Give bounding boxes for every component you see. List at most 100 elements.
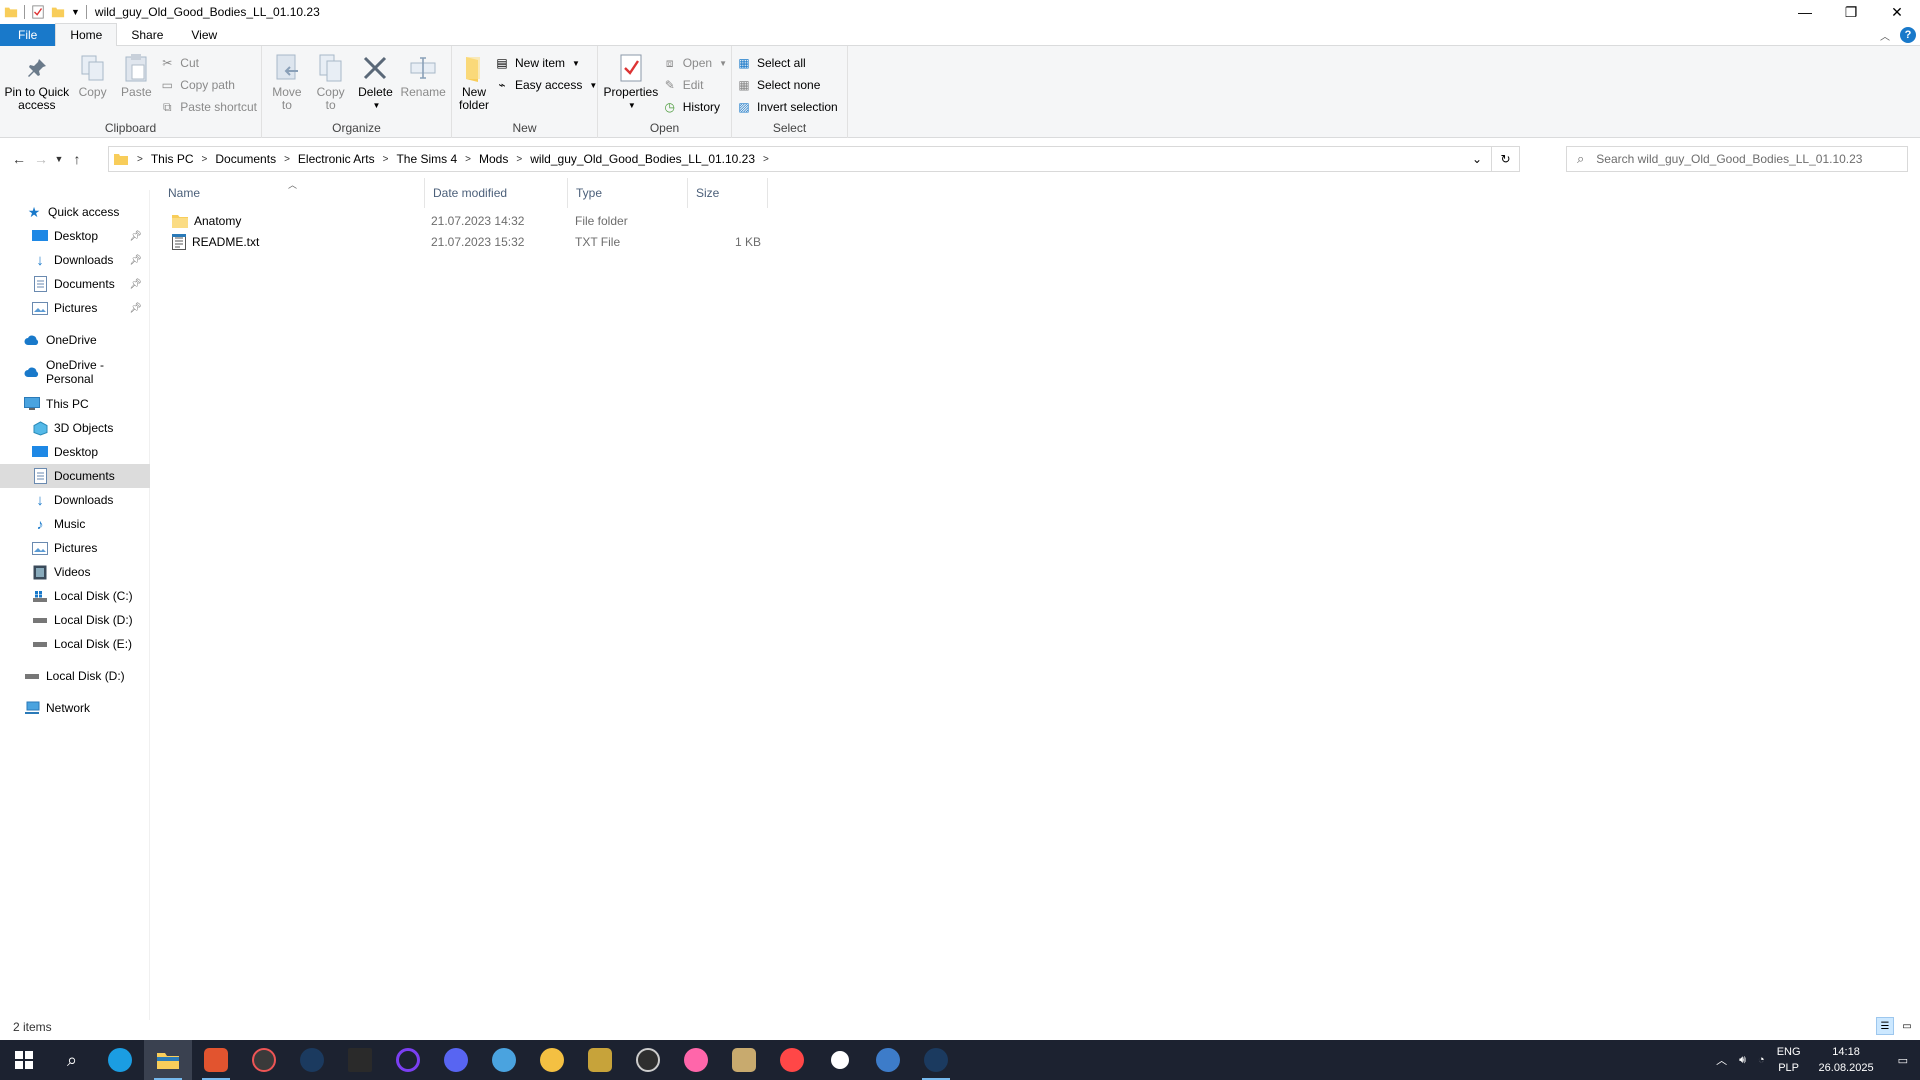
nav-videos[interactable]: Videos [0,560,150,584]
history-button[interactable]: ◷ History [662,98,727,116]
nav-qa-documents[interactable]: Documents 📌︎ [0,272,150,296]
column-header-date[interactable]: Date modified [425,178,568,208]
brave-taskbar-icon[interactable] [192,1040,240,1080]
ubisoft-taskbar-icon[interactable] [816,1040,864,1080]
column-header-name[interactable]: Name [160,178,425,208]
start-button[interactable] [0,1040,48,1080]
nav-local-disk-e[interactable]: Local Disk (E:) [0,632,150,656]
steam-taskbar-icon[interactable] [288,1040,336,1080]
cortana-taskbar-icon[interactable] [384,1040,432,1080]
tray-overflow-icon[interactable]: ︿ [1710,1040,1733,1080]
nav-local-disk-d[interactable]: Local Disk (D:) [0,608,150,632]
minimize-ribbon-icon[interactable]: ︿ [1880,28,1890,43]
chevron-right-icon[interactable]: > [763,154,769,165]
nav-network[interactable]: Network [0,696,150,720]
nav-qa-desktop[interactable]: Desktop 📌︎ [0,224,150,248]
notifications-icon[interactable]: ▭ [1886,1040,1920,1080]
paste-shortcut-button[interactable]: ⧉ Paste shortcut [159,98,257,116]
app-taskbar-icon[interactable] [528,1040,576,1080]
nav-qa-pictures[interactable]: Pictures 📌︎ [0,296,150,320]
edge-taskbar-icon[interactable] [96,1040,144,1080]
nav-desktop[interactable]: Desktop [0,440,150,464]
breadcrumb-documents[interactable]: Documents [215,152,276,166]
game-taskbar-icon[interactable] [576,1040,624,1080]
select-none-button[interactable]: ▦ Select none [736,76,838,94]
nav-music[interactable]: ♪ Music [0,512,150,536]
select-all-button[interactable]: ▦ Select all [736,54,838,72]
epic-games-taskbar-icon[interactable] [336,1040,384,1080]
new-folder-icon[interactable] [51,5,65,19]
file-row[interactable]: README.txt 21.07.2023 15:32 TXT File 1 K… [160,231,780,252]
invert-selection-button[interactable]: ▨ Invert selection [736,98,837,116]
address-dropdown-icon[interactable]: ⌄ [1463,147,1491,171]
chevron-right-icon[interactable]: > [284,154,290,165]
nav-this-pc[interactable]: This PC [0,392,150,416]
file-explorer-taskbar-icon[interactable] [144,1040,192,1080]
edit-button[interactable]: ✎ Edit [662,76,727,94]
up-button[interactable]: ↑ [66,148,88,170]
cut-button[interactable]: ✂ Cut [159,54,257,72]
chevron-right-icon[interactable]: > [383,154,389,165]
pin-icon[interactable]: 📌︎ [129,303,142,314]
open-button[interactable]: ⧈ Open ▼ [662,54,727,72]
obs-taskbar-icon[interactable] [624,1040,672,1080]
nav-quick-access[interactable]: ★ Quick access [0,200,150,224]
chevron-right-icon[interactable]: > [202,154,208,165]
nav-documents[interactable]: Documents [0,464,150,488]
details-view-icon[interactable]: ☰ [1876,1017,1894,1035]
pin-icon[interactable]: 📌︎ [129,279,142,290]
breadcrumb-the-sims-4[interactable]: The Sims 4 [396,152,457,166]
delete-dropdown-icon[interactable]: ▼ [372,99,380,112]
search-taskbar-button[interactable]: ⌕ [48,1040,96,1080]
new-item-button[interactable]: ▤ New item ▼ [494,54,597,72]
nav-local-disk-d-root[interactable]: Local Disk (D:) [0,664,150,688]
properties-dropdown-icon[interactable]: ▼ [628,99,636,112]
osu-taskbar-icon[interactable] [672,1040,720,1080]
pin-icon[interactable]: 📌︎ [129,231,142,242]
pin-icon[interactable]: 📌︎ [129,255,142,266]
search-input[interactable]: ⌕ Search wild_guy_Old_Good_Bodies_LL_01.… [1566,146,1908,172]
breadcrumb-mods[interactable]: Mods [479,152,508,166]
breadcrumb-current-folder[interactable]: wild_guy_Old_Good_Bodies_LL_01.10.23 [530,152,755,166]
nav-onedrive-personal[interactable]: OneDrive - Personal [0,358,150,386]
recent-locations-button[interactable]: ▼ [52,148,66,170]
network-wifi-icon[interactable]: ◔ [1752,1040,1771,1080]
nav-3d-objects[interactable]: 3D Objects [0,416,150,440]
ea-app-taskbar-icon[interactable] [768,1040,816,1080]
address-bar[interactable]: > This PC > Documents > Electronic Arts … [108,146,1520,172]
column-header-type[interactable]: Type [568,178,688,208]
qbittorrent-taskbar-icon[interactable] [864,1040,912,1080]
nav-pictures[interactable]: Pictures [0,536,150,560]
discord-taskbar-icon[interactable] [432,1040,480,1080]
minimize-button[interactable]: — [1782,0,1828,24]
large-icons-view-icon[interactable]: ▭ [1898,1017,1916,1035]
back-button[interactable]: ← [8,148,30,170]
help-icon[interactable]: ? [1900,27,1916,43]
nav-onedrive[interactable]: OneDrive [0,328,150,352]
clock[interactable]: 14:18 26.08.2025 [1807,1040,1886,1080]
volume-icon[interactable]: 🔊︎ [1733,1040,1752,1080]
tab-share[interactable]: Share [117,24,177,46]
tab-file[interactable]: File [0,23,56,46]
properties-icon[interactable] [31,5,45,19]
chevron-right-icon[interactable]: > [137,154,143,165]
tab-home[interactable]: Home [55,23,118,46]
restore-button[interactable]: ❐ [1828,0,1874,24]
tab-view[interactable]: View [177,24,231,46]
copy-path-button[interactable]: ▭ Copy path [159,76,257,94]
nav-local-disk-c[interactable]: Local Disk (C:) [0,584,150,608]
steam-running-taskbar-icon[interactable] [912,1040,960,1080]
breadcrumb-electronic-arts[interactable]: Electronic Arts [298,152,375,166]
league-taskbar-icon[interactable] [720,1040,768,1080]
nav-downloads[interactable]: ↓ Downloads [0,488,150,512]
chevron-right-icon[interactable]: > [516,154,522,165]
file-row[interactable]: Anatomy 21.07.2023 14:32 File folder [160,210,780,231]
close-button[interactable]: ✕ [1874,0,1920,24]
paint-taskbar-icon[interactable] [480,1040,528,1080]
refresh-icon[interactable]: ↻ [1491,147,1519,171]
breadcrumb-this-pc[interactable]: This PC [151,152,194,166]
nav-qa-downloads[interactable]: ↓ Downloads 📌︎ [0,248,150,272]
customize-qat-icon[interactable]: ▼ [71,7,80,17]
column-header-size[interactable]: Size [688,178,768,208]
easy-access-button[interactable]: ⌁ Easy access ▼ [494,76,597,94]
